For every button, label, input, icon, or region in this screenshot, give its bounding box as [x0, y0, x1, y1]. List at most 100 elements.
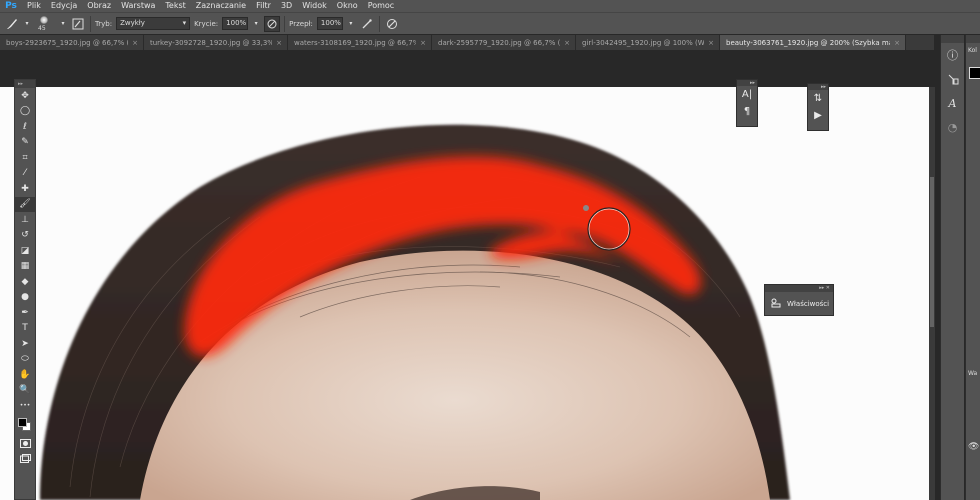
document-tab-label: waters-3108169_1920.jpg @ 66,7% (R... — [294, 38, 416, 47]
gradient-tool-icon[interactable]: ▦ — [15, 259, 35, 275]
close-tab-icon[interactable]: × — [276, 39, 282, 47]
menu-item[interactable]: Plik — [22, 0, 46, 12]
document-tab[interactable]: waters-3108169_1920.jpg @ 66,7% (R... × — [288, 35, 432, 50]
path-select-tool-icon[interactable]: ➤ — [15, 336, 35, 352]
document-tab-label: boys-2923675_1920.jpg @ 66,7% (RGB... — [6, 38, 128, 47]
history-brush-tool-icon[interactable]: ↺ — [15, 228, 35, 244]
dock-grip[interactable] — [966, 35, 980, 43]
document-tab[interactable]: dark-2595779_1920.jpg @ 66,7% (RGB...× — [432, 35, 576, 50]
menu-item[interactable]: Warstwa — [116, 0, 160, 12]
close-tab-icon[interactable]: × — [564, 39, 570, 47]
menu-item[interactable]: Obraz — [82, 0, 116, 12]
brush-settings-icon[interactable] — [70, 16, 86, 32]
play-action-icon[interactable]: ▶ — [808, 107, 828, 124]
document-tab[interactable]: turkey-3092728_1920.jpg @ 33,3% (ed...× — [144, 35, 288, 50]
right-panel-dock: Kol Wa 👁 — [965, 35, 980, 500]
menu-item[interactable]: Filtr — [251, 0, 276, 12]
chevron-down-icon: ▾ — [182, 19, 187, 27]
lasso-tool-icon[interactable]: ℓ — [15, 119, 35, 135]
document-tab[interactable]: boys-2923675_1920.jpg @ 66,7% (RGB... × — [0, 35, 144, 50]
move-tool-icon[interactable]: ✥ — [15, 88, 35, 104]
eyedropper-tool-icon[interactable]: ⁄ — [15, 166, 35, 182]
visibility-eye-icon[interactable]: 👁 — [968, 442, 979, 452]
pressure-opacity-icon[interactable] — [264, 15, 281, 32]
menu-item[interactable]: Widok — [297, 0, 332, 12]
clone-stamp-tool-icon[interactable]: ⊥ — [15, 212, 35, 228]
brush-preset-icon[interactable] — [4, 16, 20, 32]
properties-label: Właściwości — [787, 300, 830, 308]
divider — [378, 15, 380, 32]
document-tab[interactable]: beauty-3063761_1920.jpg @ 200% (Szybka m… — [720, 35, 906, 50]
flow-input[interactable]: 100% — [316, 17, 343, 30]
tool-presets-icon[interactable]: ⇅ — [808, 90, 828, 107]
menu-item[interactable]: Tekst — [160, 0, 190, 12]
character-icon[interactable]: A| — [737, 86, 757, 103]
menu-item[interactable]: Okno — [332, 0, 363, 12]
menu-item[interactable]: Pomoc — [363, 0, 400, 12]
brush-size-value: 45 — [38, 24, 46, 32]
airbrush-icon[interactable] — [359, 16, 375, 32]
quick-select-tool-icon[interactable]: ✎ — [15, 135, 35, 151]
ellipse-tool-icon[interactable]: ⬭ — [15, 352, 35, 368]
scrollbar-thumb[interactable] — [930, 177, 934, 327]
canvas-scrollbar[interactable] — [929, 87, 935, 500]
more-tools-icon[interactable]: ••• — [15, 398, 35, 414]
close-tab-icon[interactable]: × — [894, 39, 900, 47]
info-icon[interactable]: ⓘ — [941, 43, 964, 67]
dock-grip[interactable] — [941, 35, 964, 43]
dodge-tool-icon[interactable]: ● — [15, 290, 35, 306]
foreground-color-swatch[interactable] — [18, 417, 27, 427]
document-tab[interactable]: girl-3042495_1920.jpg @ 100% (Warst...× — [576, 35, 720, 50]
menu-item[interactable]: Edycja — [46, 0, 82, 12]
color-swatches[interactable] — [15, 414, 35, 436]
brush-tip-icon — [40, 15, 48, 24]
properties-tab[interactable]: Właściwości — [765, 292, 833, 316]
zoom-tool-icon[interactable]: 🔍 — [15, 383, 35, 399]
properties-icon — [771, 298, 781, 310]
tool-list: ✥ ◯ ℓ ✎ ⌗ ⁄ ✚ 🖌 ⊥ ↺ ◪ ▦ ◆ ● ✒ T ➤ ⬭ ✋ 🔍 ••• — [15, 88, 35, 414]
layers-panel-tab[interactable]: Wa — [966, 370, 977, 377]
screen-mode-icon[interactable] — [15, 451, 35, 467]
pen-tool-icon[interactable]: ✒ — [15, 305, 35, 321]
brush-size-picker[interactable]: 45 — [34, 15, 56, 33]
eraser-tool-icon[interactable]: ◪ — [15, 243, 35, 259]
options-bar: ▾ 45 ▾ Tryb: Zwykły ▾ Krycie: 100% ▾ Prz… — [0, 12, 980, 34]
tools-panel-grip[interactable]: ▸▸ — [15, 80, 35, 88]
healing-brush-tool-icon[interactable]: ✚ — [15, 181, 35, 197]
color-panel-tab[interactable]: Kol — [966, 47, 980, 54]
libraries-icon[interactable]: ◔ — [941, 115, 964, 139]
workspace — [0, 50, 934, 500]
menu-item[interactable]: 3D — [276, 0, 297, 12]
close-tab-icon[interactable]: × — [132, 39, 138, 47]
hand-tool-icon[interactable]: ✋ — [15, 367, 35, 383]
chevron-down-icon[interactable]: ▾ — [252, 16, 260, 32]
actions-panel: ▸▸ ⇅ ▶ — [807, 83, 829, 131]
blur-tool-icon[interactable]: ◆ — [15, 274, 35, 290]
menu-bar: Ps Plik Edycja Obraz Warstwa Tekst Zaznaczani… — [0, 0, 980, 12]
chevron-down-icon[interactable]: ▾ — [24, 16, 30, 32]
document-tabs: boys-2923675_1920.jpg @ 66,7% (RGB...×tu… — [0, 35, 934, 50]
type-tool-icon[interactable]: T — [15, 321, 35, 337]
close-tab-icon[interactable]: × — [708, 39, 714, 47]
tools-panel: ▸▸ ✥ ◯ ℓ ✎ ⌗ ⁄ ✚ 🖌 ⊥ ↺ ◪ ▦ ◆ ● ✒ T ➤ ⬭ ✋ 🔍 ••• — [14, 79, 36, 500]
paragraph-icon[interactable]: ¶ — [737, 103, 757, 120]
photoshop-window: Ps Plik Edycja Obraz Warstwa Tekst Zaznaczani… — [0, 0, 980, 500]
chevron-down-icon[interactable]: ▾ — [347, 16, 355, 32]
color-panel-swatch[interactable] — [969, 67, 980, 79]
panel-grip[interactable]: ▸▸ ✕ — [765, 285, 833, 292]
mode-select-value: Zwykły — [120, 19, 145, 27]
quick-mask-icon[interactable] — [15, 436, 35, 452]
document-tab-label: turkey-3092728_1920.jpg @ 33,3% (ed... — [150, 38, 273, 47]
marquee-tool-icon[interactable]: ◯ — [15, 104, 35, 120]
menu-item[interactable]: Zaznaczanie — [191, 0, 251, 12]
brush-tool-icon[interactable]: 🖌 — [15, 196, 35, 212]
pressure-size-icon[interactable] — [384, 16, 400, 32]
close-tab-icon[interactable]: × — [420, 39, 426, 47]
flow-value: 100% — [320, 19, 341, 27]
opacity-input[interactable]: 100% — [222, 17, 249, 30]
glyphs-icon[interactable]: A — [941, 91, 964, 115]
chevron-down-icon[interactable]: ▾ — [60, 16, 66, 32]
crop-tool-icon[interactable]: ⌗ — [15, 150, 35, 166]
mode-select[interactable]: Zwykły ▾ — [116, 17, 191, 30]
history-icon[interactable] — [941, 67, 964, 91]
